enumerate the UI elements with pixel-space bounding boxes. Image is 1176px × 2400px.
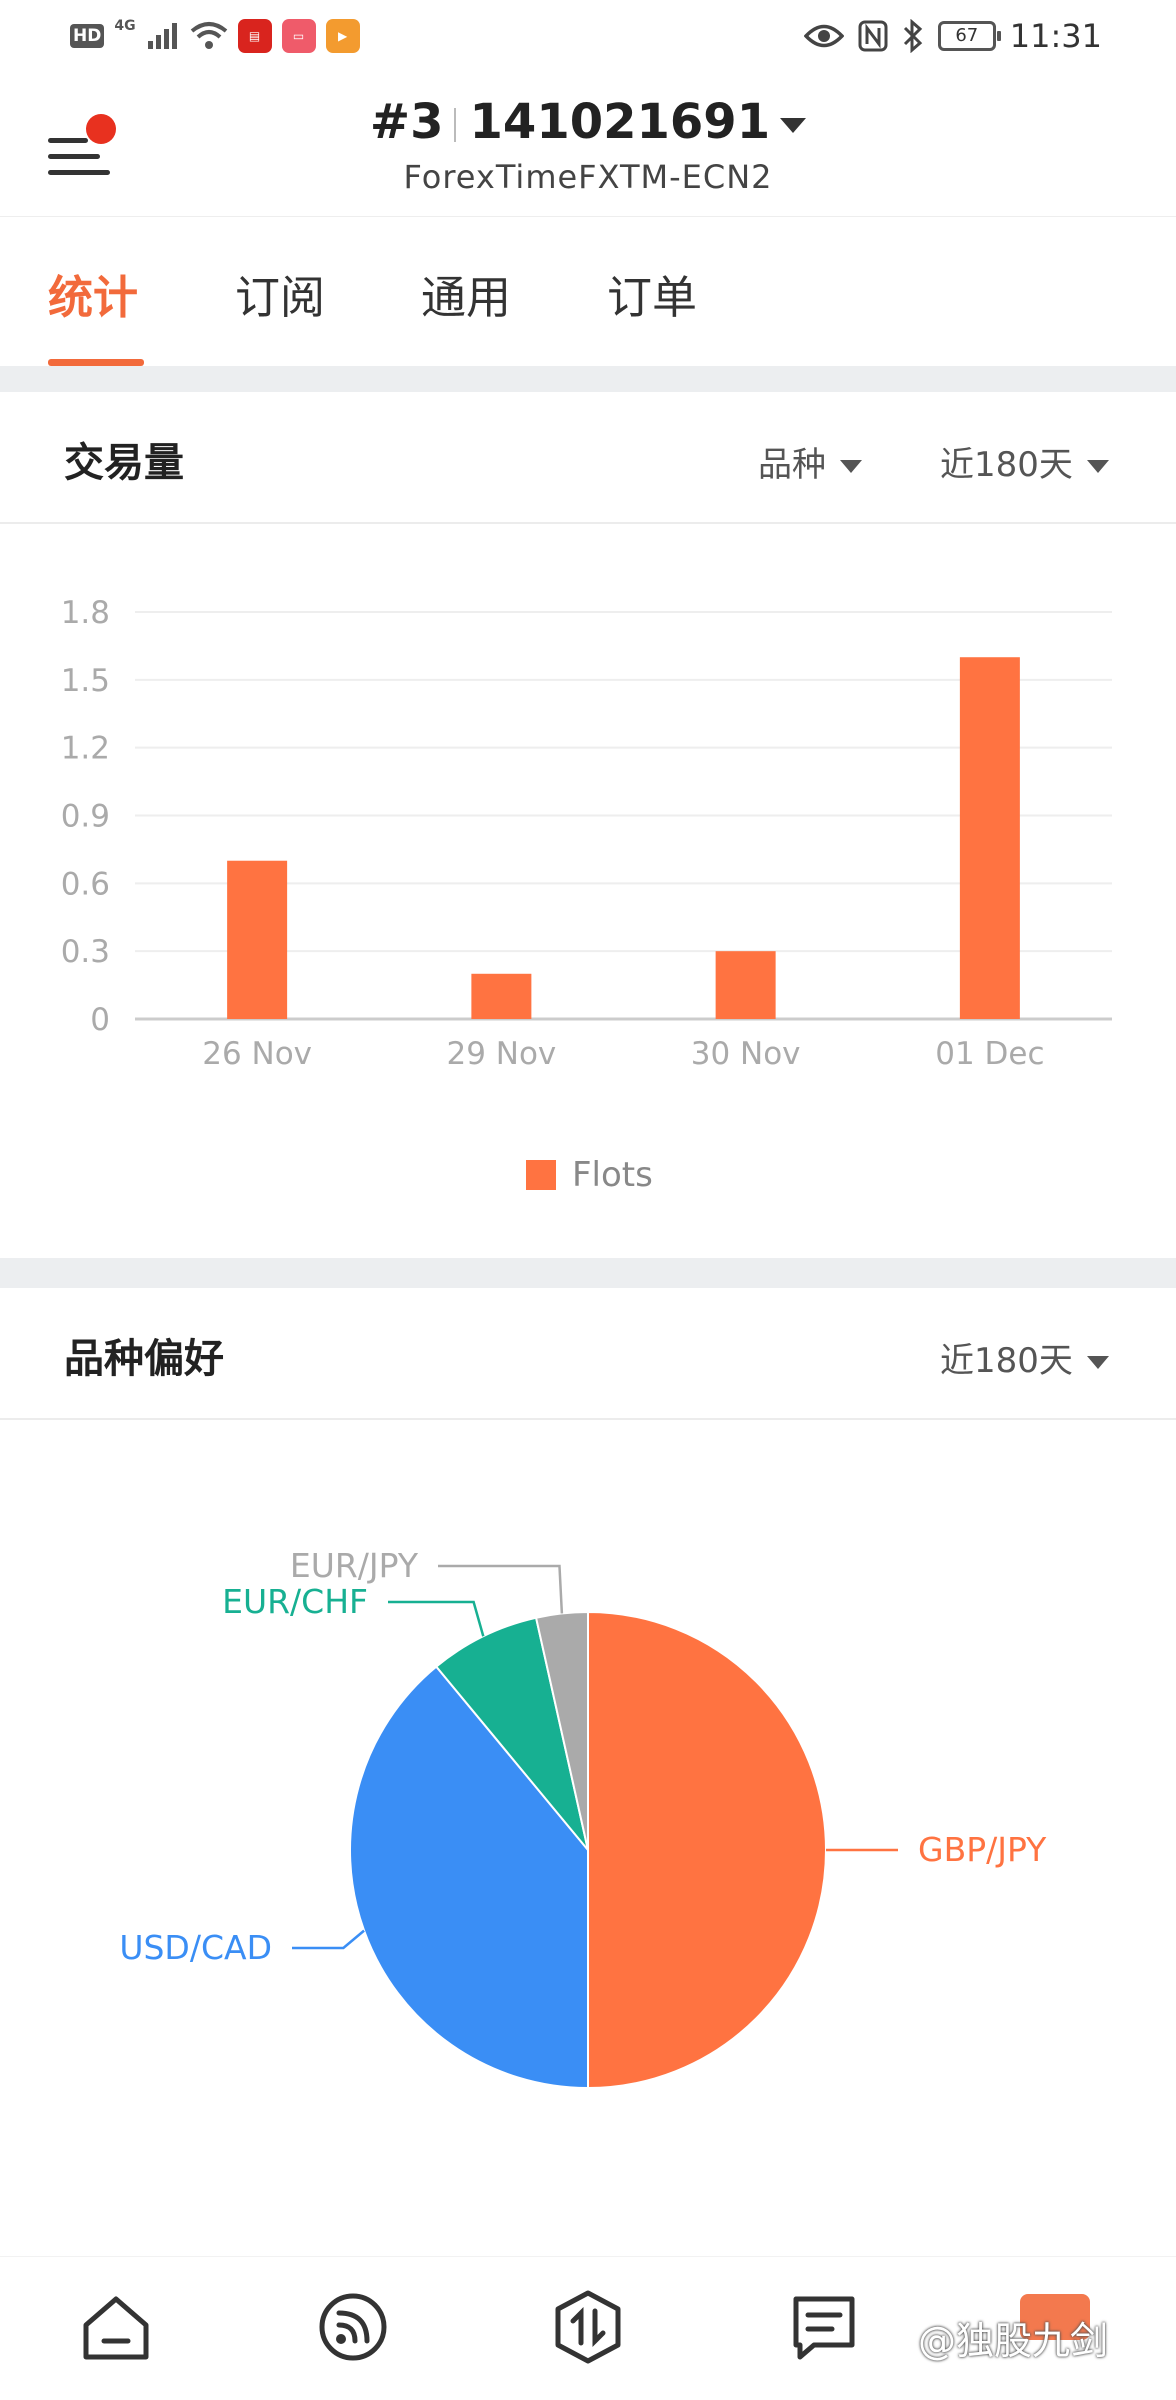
account-index: #3 [369,94,444,150]
wifi-icon [190,22,227,49]
app-header: #3 141021691 ForexTimeFXTM-ECN2 [0,80,1176,216]
chevron-down-icon [780,117,807,133]
x-tick-label: 26 Nov [202,1036,312,1072]
pie-leader-line [438,1564,564,1614]
section-gap [0,1258,1176,1288]
pie-label: EUR/CHF [222,1582,368,1621]
y-tick-label: 0.9 [61,799,110,835]
battery-indicator: 67 [937,21,1001,51]
bar [959,657,1020,1019]
pie-label: GBP/JPY [918,1830,1047,1869]
tab-subscription[interactable]: 订阅 [235,261,325,326]
tab-orders[interactable]: 订单 [607,261,697,326]
y-tick-label: 0.3 [61,934,110,970]
pie-leader-line [292,1929,365,1950]
y-tick-label: 1.8 [61,595,110,631]
period-filter[interactable]: 近180天 [940,437,1109,486]
chevron-down-icon [840,460,862,473]
server-name: ForexTimeFXTM-ECN2 [403,158,773,196]
y-tick-label: 0 [90,1002,110,1038]
book-app-icon: ▭ [281,19,316,53]
tab-active-indicator [48,359,144,366]
trade-icon[interactable] [548,2287,628,2367]
account-number: 141021691 [469,94,771,150]
feed-icon[interactable] [313,2287,393,2367]
bar [715,951,776,1019]
x-tick-label: 30 Nov [691,1036,801,1072]
status-right: 67 11:31 [803,16,1102,56]
volume-bar-chart: 0 0.3 0.6 0.9 1.2 1.5 1.8 26 Nov 29 Nov 30 Nov 01 … [61,595,1112,1072]
pie-label: USD/CAD [119,1928,272,1967]
volume-card-title: 交易量 [64,440,184,486]
preference-period-filter[interactable]: 近180天 [940,1333,1109,1382]
status-bar: HD 4G ▤ ▭ ▶ 67 11:31 [0,0,1176,70]
bluetooth-icon [903,19,922,53]
period-filter-label: 近180天 [940,445,1073,485]
symbol-filter[interactable]: 品种 [758,437,862,486]
chevron-down-icon [1086,460,1109,473]
card-divider [0,1418,1176,1420]
chart-legend: Flots [526,1155,653,1195]
bar [227,860,288,1019]
section-gap [0,366,1176,392]
tab-bar: 统计 订阅 通用 订单 [0,216,1176,366]
hd-badge: HD [70,24,105,48]
network-type: 4G [114,18,136,34]
pie-slice [587,1610,827,2090]
news-app-icon: ▤ [237,19,272,53]
eye-icon [803,24,844,48]
account-selector[interactable]: #3 141021691 [0,94,1176,150]
x-tick-label: 29 Nov [446,1036,556,1072]
x-tick-label: 01 Dec [935,1036,1044,1072]
pie-leader-line [388,1600,485,1637]
preference-card-title: 品种偏好 [64,1336,224,1382]
legend-label: Flots [572,1155,653,1195]
chevron-down-icon [1086,1356,1109,1369]
watermark: @独股九剑 [918,2319,1109,2363]
card-divider [0,522,1176,524]
symbol-filter-label: 品种 [758,445,826,485]
y-tick-label: 1.5 [61,663,110,699]
clock: 11:31 [1009,17,1102,55]
video-app-icon: ▶ [325,19,360,53]
period-filter-label: 近180天 [940,1341,1073,1381]
bar [471,973,532,1019]
legend-swatch [526,1160,556,1190]
status-left: HD 4G ▤ ▭ ▶ [70,18,360,54]
y-tick-label: 0.6 [61,866,110,902]
account-separator [453,108,456,142]
y-tick-label: 1.2 [61,731,110,767]
tab-statistics[interactable]: 统计 [48,261,138,326]
pie-label: EUR/JPY [290,1546,419,1585]
tab-general[interactable]: 通用 [421,261,511,326]
symbol-pie-chart: GBP/JPY USD/CAD EUR/CHFEUR/JPY [119,1546,1047,2090]
message-icon[interactable] [784,2287,864,2367]
nfc-icon [858,20,888,52]
signal-icon [147,23,177,49]
home-icon[interactable] [76,2287,156,2367]
